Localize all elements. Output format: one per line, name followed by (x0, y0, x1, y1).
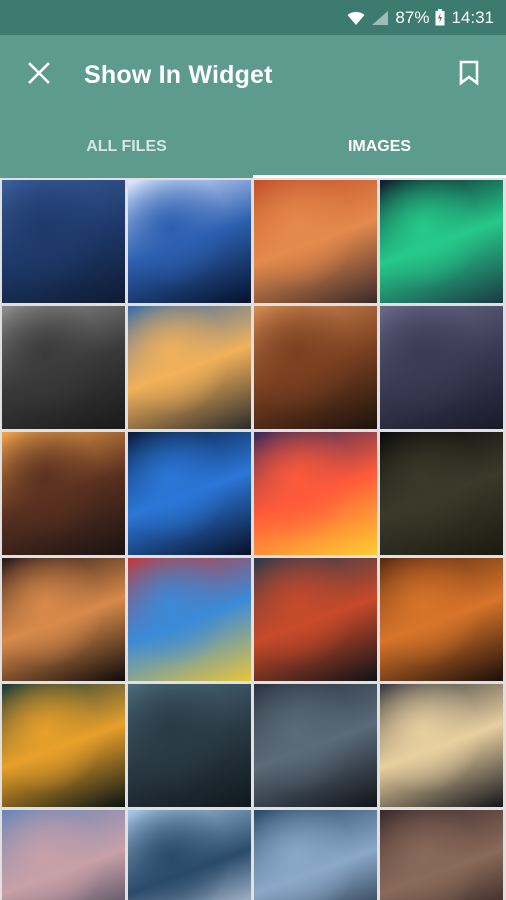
image-thumbnail-giant-creature-city[interactable] (128, 684, 251, 807)
image-thumbnail-street-canyon-sunset[interactable] (2, 432, 125, 555)
toolbar: Show In Widget (0, 35, 506, 115)
image-thumbnail-boardwalk-night[interactable] (380, 684, 503, 807)
image-thumbnail-night-market[interactable] (380, 558, 503, 681)
tab-all-files[interactable]: ALL FILES (0, 115, 253, 178)
image-thumbnail-city-street-bw[interactable] (2, 306, 125, 429)
wifi-icon (347, 10, 365, 26)
image-thumbnail-orange-sunset-clouds[interactable] (254, 180, 377, 303)
image-thumbnail-light-tunnel[interactable] (128, 810, 251, 900)
status-bar: 87% 14:31 (0, 0, 506, 35)
image-thumbnail-city-lights-dusk[interactable] (254, 306, 377, 429)
image-thumbnail-dark-streetlights[interactable] (380, 432, 503, 555)
close-icon (28, 61, 50, 89)
image-thumbnail-snowy-night-street[interactable] (254, 684, 377, 807)
image-thumbnail-galaxy[interactable] (128, 180, 251, 303)
page-title: Show In Widget (84, 60, 273, 89)
image-thumbnail-foggy-city-night[interactable] (380, 306, 503, 429)
image-thumbnail-railway-sunset[interactable] (128, 306, 251, 429)
image-thumbnail-rainy-neon-street[interactable] (2, 684, 125, 807)
image-thumbnail-blue-wave[interactable] (128, 432, 251, 555)
image-thumbnail-mountain-sunset-sky[interactable] (2, 810, 125, 900)
bookmark-icon (459, 60, 479, 91)
image-thumbnail-colorful-cables[interactable] (128, 558, 251, 681)
close-button[interactable] (24, 60, 54, 90)
image-thumbnail-night-sky-mountains[interactable] (2, 180, 125, 303)
image-thumbnail-aurora[interactable] (380, 180, 503, 303)
image-thumbnail-geometric-logo[interactable] (254, 432, 377, 555)
battery-icon (435, 9, 445, 26)
battery-percent: 87% (395, 7, 430, 27)
image-thumbnail-snowy-peak[interactable] (254, 810, 377, 900)
clock: 14:31 (451, 7, 494, 27)
signal-icon (371, 10, 389, 26)
image-thumbnail-city-overpass[interactable] (254, 558, 377, 681)
bookmark-button[interactable] (454, 60, 484, 90)
tab-images[interactable]: IMAGES (253, 115, 506, 178)
image-thumbnail-bokeh-tree[interactable] (2, 558, 125, 681)
image-thumbnail-old-buildings[interactable] (380, 810, 503, 900)
image-grid (0, 178, 506, 900)
tab-bar: ALL FILES IMAGES (0, 115, 506, 178)
